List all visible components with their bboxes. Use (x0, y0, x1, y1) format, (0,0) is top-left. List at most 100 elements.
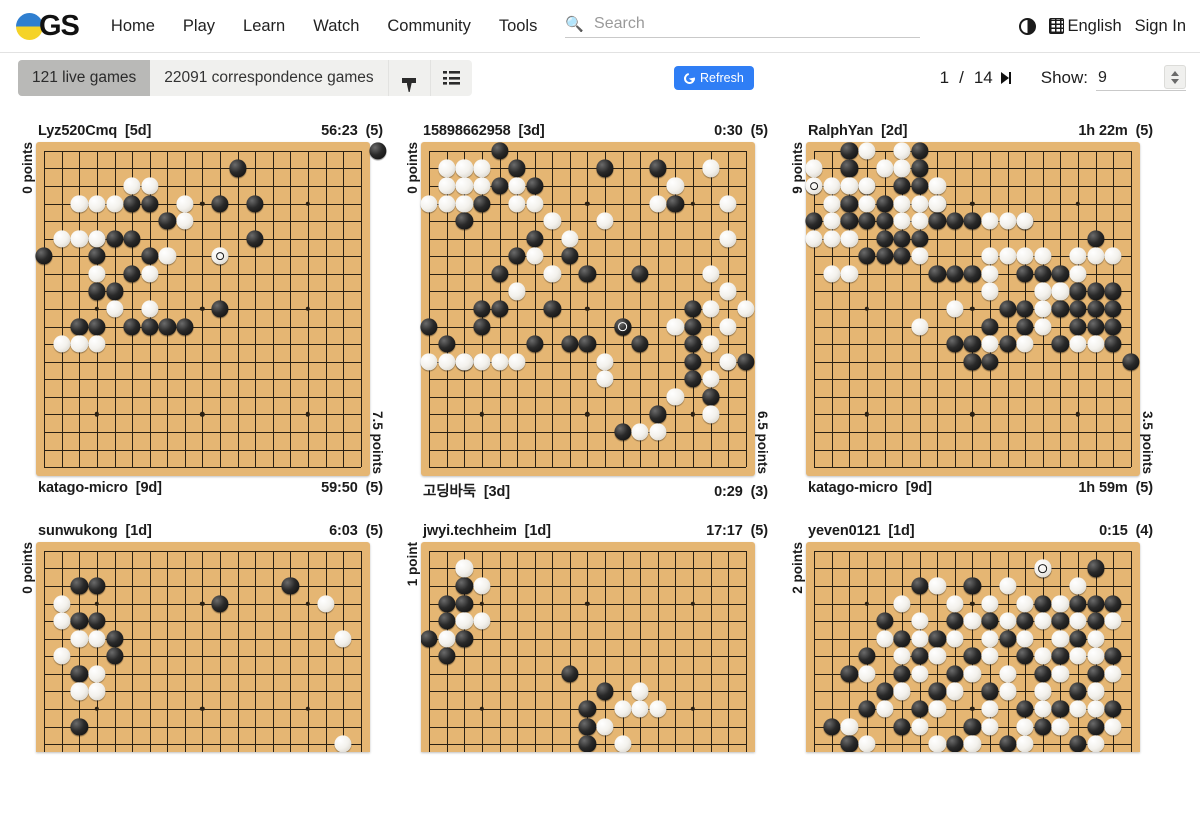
white-score-label: 6.5 points (755, 142, 771, 476)
nav-item-tools[interactable]: Tools (485, 11, 552, 42)
black-player-name: 15898662958 [3d] (423, 123, 545, 139)
star-point (865, 307, 869, 311)
grid-line-vertical (429, 551, 430, 752)
star-point (200, 412, 204, 416)
black-player-rank: [5d] (125, 123, 151, 139)
star-point (970, 201, 974, 205)
black-player-name: Lyz520Cmq [5d] (38, 123, 151, 139)
search-input[interactable] (592, 14, 920, 34)
nav-item-learn[interactable]: Learn (229, 11, 299, 42)
go-board[interactable] (421, 142, 755, 476)
grid-line-vertical (746, 551, 747, 752)
refresh-label: Refresh (700, 71, 744, 85)
game-card[interactable]: Lyz520Cmq [5d]56:23 (5)0 points7.5 point… (20, 123, 385, 501)
refresh-button[interactable]: Refresh (674, 66, 754, 90)
grid-line-horizontal (44, 727, 360, 728)
show-count-stepper[interactable] (1096, 65, 1186, 91)
star-point (1076, 412, 1080, 416)
game-type-tabs: 121 live games 22091 correspondence game… (18, 60, 472, 96)
tab-correspondence-games[interactable]: 22091 correspondence games (150, 60, 387, 96)
refresh-icon (682, 70, 697, 85)
grid-line-horizontal (44, 467, 360, 468)
grid-line-vertical (658, 551, 659, 752)
black-player-rank: [1d] (525, 523, 551, 539)
go-board[interactable] (36, 542, 370, 752)
black-player-name: RalphYan [2d] (808, 123, 907, 139)
nav-item-home[interactable]: Home (97, 11, 169, 42)
grid-line-vertical (273, 151, 274, 467)
search-box[interactable]: 🔍 (565, 14, 920, 38)
grid-line-vertical (132, 551, 133, 752)
star-point (585, 307, 589, 311)
last-move-marker-icon (1039, 564, 1048, 573)
game-header-top: yeven0121 [1d] 0:15 (4) (790, 523, 1155, 542)
go-board[interactable] (421, 542, 755, 752)
go-board[interactable] (806, 542, 1140, 752)
nav-item-watch[interactable]: Watch (299, 11, 373, 42)
white-player-clock: 0:29 (3) (714, 484, 768, 500)
black-player-clock: 17:17 (5) (706, 523, 768, 539)
grid-line-vertical (623, 151, 624, 467)
star-point (95, 601, 99, 605)
game-header-top: RalphYan [2d]1h 22m (5) (790, 123, 1155, 142)
black-player-name: yeven0121 [1d] (808, 523, 915, 539)
star-point (865, 412, 869, 416)
tab-live-games[interactable]: 121 live games (18, 60, 150, 96)
show-count-input[interactable] (1096, 69, 1156, 89)
last-move-marker-icon (216, 252, 225, 261)
nav-item-play[interactable]: Play (169, 11, 229, 42)
last-move-marker-icon (618, 322, 627, 331)
black-player-clock: 0:15 (4) (1099, 523, 1153, 539)
go-board[interactable] (36, 142, 370, 476)
search-icon: 🔍 (565, 17, 584, 32)
language-selector[interactable]: English (1049, 17, 1122, 36)
page-total: 14 (974, 68, 993, 88)
main-nav: Home Play Learn Watch Community Tools (97, 11, 551, 42)
black-player-rank: [1d] (888, 523, 914, 539)
white-player-rank: [9d] (136, 480, 162, 496)
black-player-name: jwyi.techheim [1d] (423, 523, 551, 539)
white-stone (929, 736, 946, 752)
games-toolbar: 121 live games 22091 correspondence game… (0, 53, 1200, 103)
star-point (970, 601, 974, 605)
white-score-label: 7.5 points (370, 142, 386, 476)
last-page-button[interactable] (1001, 72, 1009, 84)
go-board[interactable] (806, 142, 1140, 476)
star-point (480, 601, 484, 605)
board-area: 2 points (790, 542, 1155, 752)
white-player-rank: [3d] (484, 484, 510, 500)
grid-line-vertical (990, 151, 991, 467)
contrast-toggle-icon[interactable] (1019, 18, 1036, 35)
filter-button[interactable] (388, 60, 430, 96)
game-card[interactable]: yeven0121 [1d] 0:15 (4) 2 points (790, 523, 1155, 752)
grid-line-vertical (552, 551, 553, 752)
white-stone (1087, 736, 1104, 752)
grid-line-horizontal (44, 450, 360, 451)
white-stone (964, 736, 981, 752)
grid-line-vertical (814, 551, 815, 752)
white-score-label (1140, 542, 1156, 752)
star-point (306, 412, 310, 416)
nav-item-community[interactable]: Community (373, 11, 484, 42)
stepper-arrows[interactable] (1164, 65, 1186, 89)
game-card[interactable]: sunwukong [1d]6:03 (5)0 points (20, 523, 385, 752)
logo[interactable]: GS (16, 10, 79, 43)
list-view-button[interactable] (430, 60, 472, 96)
black-player-name: sunwukong [1d] (38, 523, 152, 539)
white-player-name: 고딩바둑 [3d] (423, 480, 510, 501)
game-card[interactable]: 15898662958 [3d]0:30 (5)0 points6.5 poin… (405, 123, 770, 501)
game-card[interactable]: RalphYan [2d]1h 22m (5)9 points3.5 point… (790, 123, 1155, 501)
grid-line-vertical (220, 551, 221, 752)
black-player-rank: [2d] (881, 123, 907, 139)
game-header-bottom: katago-micro [9d]59:50 (5) (20, 476, 385, 496)
grid-line-horizontal (44, 397, 360, 398)
star-point (691, 201, 695, 205)
game-card[interactable]: jwyi.techheim [1d]17:17 (5)1 point (405, 523, 770, 752)
language-label: English (1068, 17, 1122, 36)
chevron-down-icon (1171, 79, 1179, 84)
star-point (970, 707, 974, 711)
page-current[interactable]: 1 (933, 68, 949, 88)
black-player-rank: [3d] (518, 123, 544, 139)
sign-in-link[interactable]: Sign In (1135, 17, 1186, 36)
chevron-up-icon (1171, 71, 1179, 76)
